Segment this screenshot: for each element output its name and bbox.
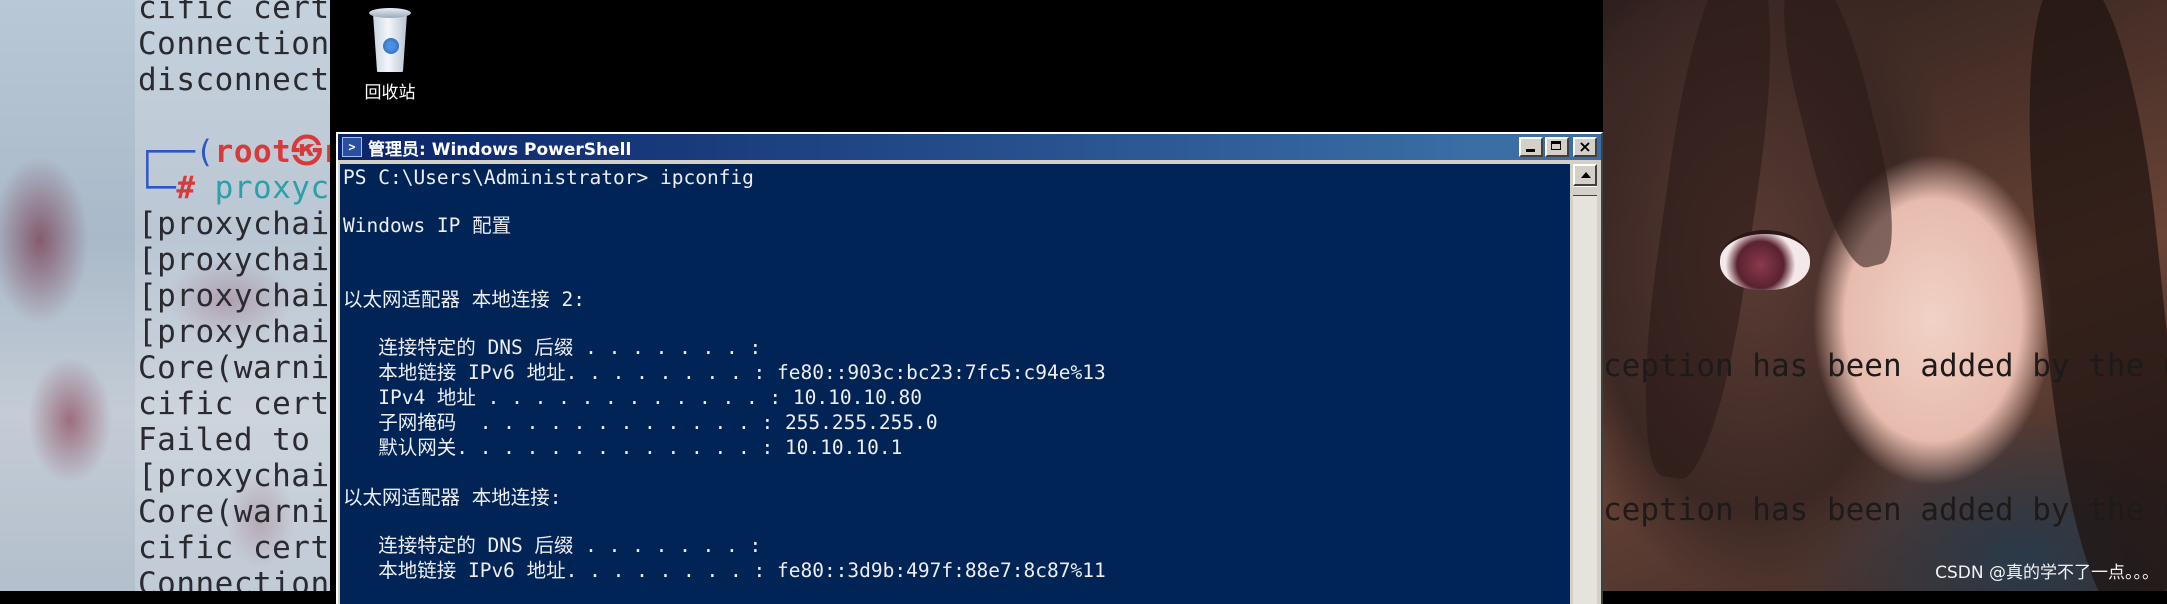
console-line: 子网掩码 . . . . . . . . . . . . : 255.255.2… xyxy=(343,411,938,434)
background-terminal-left: cific certi Connection disconnect: ┌──(r… xyxy=(0,0,330,591)
maximize-icon xyxy=(1551,141,1561,150)
terminal-command-line: └─# proxych xyxy=(138,170,330,206)
console-line: IPv4 地址 . . . . . . . . . . . . : 10.10.… xyxy=(343,386,923,409)
terminal-line: cific certi xyxy=(138,530,330,566)
console-output[interactable]: PS C:\Users\Administrator> ipconfig Wind… xyxy=(340,164,1570,604)
terminal-line: [proxychain xyxy=(138,458,330,494)
console-line: 默认网关. . . . . . . . . . . . . : 10.10.10… xyxy=(343,436,903,459)
console-line: 连接特定的 DNS 后缀 . . . . . . . : xyxy=(343,534,762,557)
terminal-line: Core(warnir xyxy=(138,494,330,530)
console-line: PS C:\Users\Administrator> ipconfig xyxy=(343,166,754,189)
recycle-bin-label: 回收站 xyxy=(364,83,416,103)
recycle-bin-shortcut[interactable]: 回收站 xyxy=(355,4,425,103)
minimize-icon xyxy=(1526,149,1535,152)
vertical-scrollbar[interactable] xyxy=(1573,164,1597,604)
console-line: 以太网适配器 本地连接: xyxy=(343,486,562,509)
csdn-watermark: CSDN @真的学不了一点。。。 xyxy=(1935,563,2159,583)
console-line: 本地链接 IPv6 地址. . . . . . . . : fe80::3d9b… xyxy=(343,559,1106,582)
console-line: 本地链接 IPv6 地址. . . . . . . . : fe80::903c… xyxy=(343,361,1106,384)
scroll-thumb[interactable] xyxy=(1573,186,1597,196)
recycle-bin-icon xyxy=(367,4,413,74)
console-line: 以太网适配器 本地连接 2: xyxy=(343,288,585,311)
powershell-icon[interactable]: > xyxy=(342,137,362,157)
terminal-line: [proxychain xyxy=(138,242,330,278)
terminal-line-right: ception has been added by the use xyxy=(1603,492,2167,528)
terminal-prompt-line: ┌──(root㉿r xyxy=(138,134,330,170)
terminal-line: Core(warnir xyxy=(138,350,330,386)
terminal-line: [proxychain xyxy=(138,206,330,242)
prompt-hash: # xyxy=(176,170,215,206)
terminal-line: cific certi xyxy=(138,0,330,26)
console-line: Windows IP 配置 xyxy=(343,214,512,237)
terminal-line: Connection xyxy=(138,26,330,62)
close-button[interactable]: × xyxy=(1573,137,1597,157)
terminal-line: Connection xyxy=(138,566,330,591)
maximize-button[interactable] xyxy=(1545,137,1569,157)
prompt-bracket: ┌──( xyxy=(138,134,215,170)
window-title: 管理员: Windows PowerShell xyxy=(368,139,632,160)
prompt-corner: └─ xyxy=(138,170,177,206)
powershell-window[interactable]: > 管理员: Windows PowerShell × PS C:\Users\… xyxy=(336,132,1603,604)
console-line: 连接特定的 DNS 后缀 . . . . . . . : xyxy=(343,336,762,359)
prompt-command: proxych xyxy=(214,170,330,206)
terminal-line: Failed to i xyxy=(138,422,330,458)
scroll-up-icon[interactable] xyxy=(1573,164,1597,186)
terminal-line: [proxychain xyxy=(138,314,330,350)
window-titlebar[interactable]: > 管理员: Windows PowerShell × xyxy=(338,134,1601,160)
close-icon: × xyxy=(1578,137,1592,156)
terminal-line-right: ception has been added by the use xyxy=(1603,348,2167,384)
terminal-line: [proxychain xyxy=(138,278,330,314)
terminal-line: disconnect: xyxy=(138,62,330,98)
character-eye xyxy=(1720,230,1810,290)
terminal-line: cific certi xyxy=(138,386,330,422)
prompt-user: root㉿r xyxy=(214,134,330,170)
minimize-button[interactable] xyxy=(1519,137,1543,157)
